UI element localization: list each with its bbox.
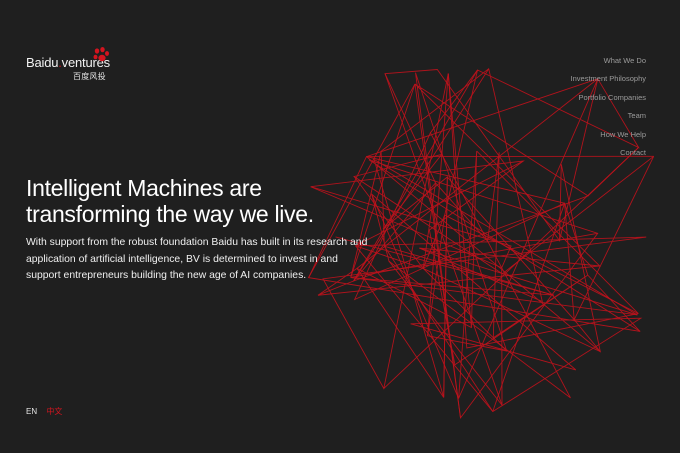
nav-item-contact[interactable]: Contact	[571, 144, 646, 162]
nav-item-team[interactable]: Team	[571, 107, 646, 125]
page: Baidu.ventures 百度风投 What We Do Investmen…	[0, 0, 680, 453]
nav-item-portfolio-companies[interactable]: Portfolio Companies	[571, 89, 646, 107]
nav-item-investment-philosophy[interactable]: Investment Philosophy	[571, 70, 646, 88]
hero-headline: Intelligent Machines are transforming th…	[26, 175, 314, 227]
network-line	[366, 78, 598, 158]
language-switcher: EN 中文	[26, 406, 62, 417]
nav-item-how-we-help[interactable]: How We Help	[571, 126, 646, 144]
nav-item-what-we-do[interactable]: What We Do	[571, 52, 646, 70]
network-line	[366, 156, 565, 204]
main-nav: What We Do Investment Philosophy Portfol…	[571, 52, 646, 162]
paw-icon	[93, 47, 109, 62]
lang-zh-link[interactable]: 中文	[46, 407, 62, 416]
logo-subtitle: 百度风投	[73, 72, 106, 81]
lang-en-link[interactable]: EN	[26, 407, 37, 416]
hero-description: With support from the robust foundation …	[26, 237, 368, 281]
logo[interactable]: Baidu.ventures 百度风投	[26, 47, 126, 81]
